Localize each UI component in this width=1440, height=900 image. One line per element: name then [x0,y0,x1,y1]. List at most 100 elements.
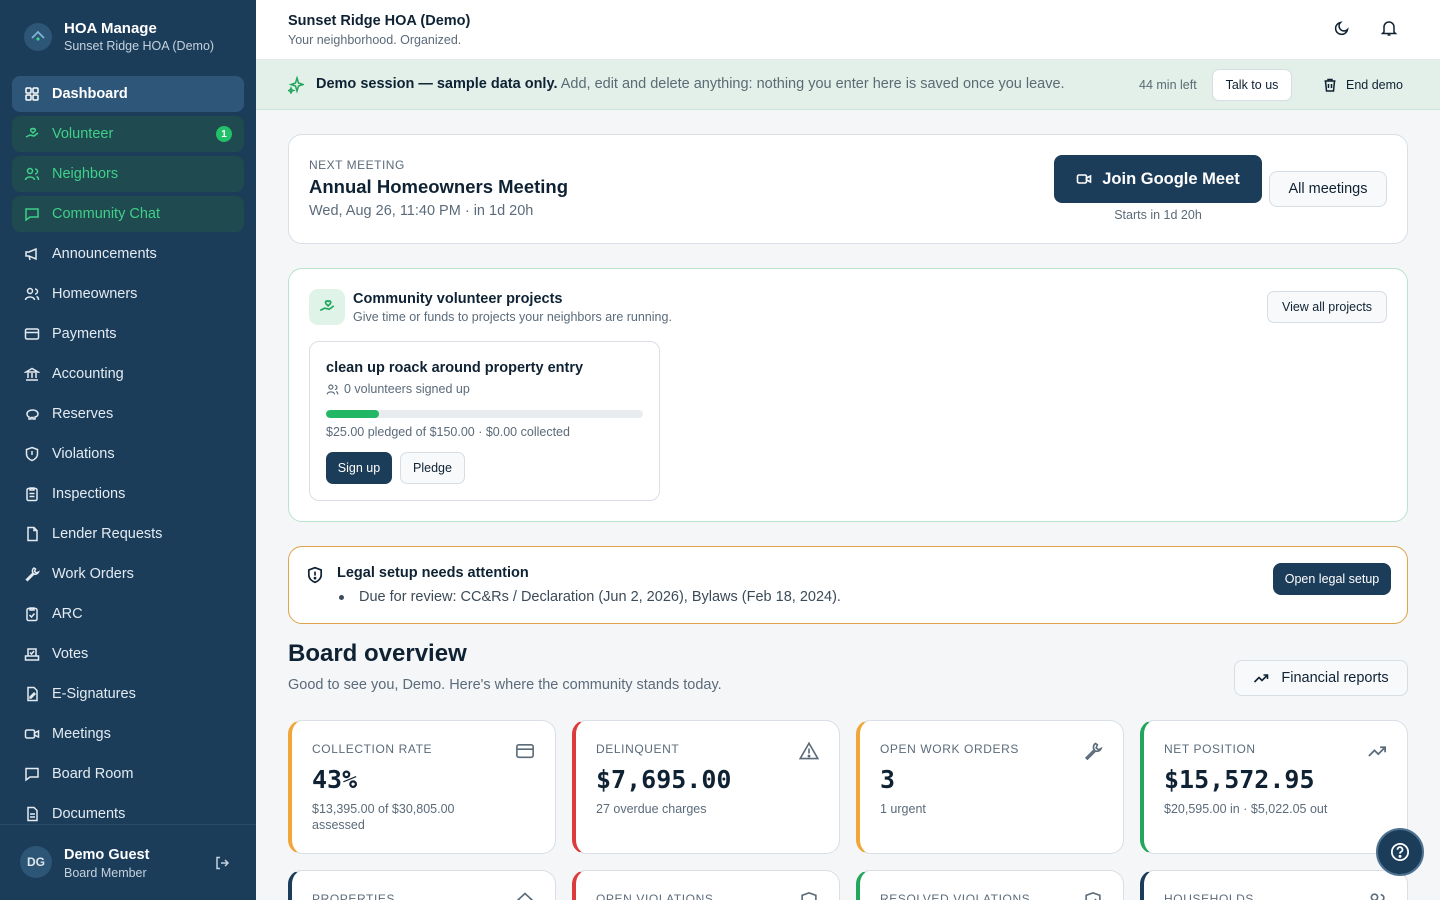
stat-card-households[interactable]: HOUSEHOLDS [1140,870,1408,900]
clipboard-check-icon [24,606,40,622]
sidebar-item-label: ARC [52,606,83,622]
sidebar-item-label: Accounting [52,366,124,382]
project-title: clean up roack around property entry [326,360,584,376]
stat-card-delinquent[interactable]: DELINQUENT $7,695.00 27 overdue charges [572,720,840,854]
financial-reports-label: Financial reports [1281,670,1389,686]
brand-title: HOA Manage [64,20,157,37]
sidebar-item-inspections[interactable]: Inspections [12,476,244,512]
volunteer-title: Community volunteer projects [353,291,563,307]
sidebar-item-violations[interactable]: Violations [12,436,244,472]
next-meeting-card: NEXT MEETING Annual Homeowners Meeting W… [288,134,1408,244]
volunteer-count: 0 volunteers signed up [344,382,470,396]
help-button[interactable] [1376,828,1424,876]
document-icon [24,806,40,822]
sidebar-item-dashboard[interactable]: Dashboard [12,76,244,112]
sidebar-item-accounting[interactable]: Accounting [12,356,244,392]
stat-card-open-work-orders[interactable]: OPEN WORK ORDERS 3 1 urgent [856,720,1124,854]
sidebar-item-neighbors[interactable]: Neighbors [12,156,244,192]
all-meetings-button[interactable]: All meetings [1269,171,1387,207]
file-icon [24,526,40,542]
users-icon [24,166,40,182]
stat-card-collection-rate[interactable]: COLLECTION RATE 43% $13,395.00 of $30,80… [288,720,556,854]
stat-card-properties[interactable]: PROPERTIES [288,870,556,900]
sidebar-item-arc[interactable]: ARC [12,596,244,632]
view-all-projects-button[interactable]: View all projects [1267,291,1387,323]
sidebar-item-label: Meetings [52,726,111,742]
pledge-button[interactable]: Pledge [400,452,465,484]
logout-icon[interactable] [214,855,230,871]
board-overview-subtitle: Good to see you, Demo. Here's where the … [288,677,722,693]
end-demo-button[interactable]: End demo [1314,69,1411,101]
stat-card-resolved-violations[interactable]: RESOLVED VIOLATIONS [856,870,1124,900]
stat-label: DELINQUENT [596,742,680,756]
user-role: Board Member [64,866,147,880]
demo-banner-bold: Demo session — sample data only. [316,76,558,92]
top-header: Sunset Ridge HOA (Demo) Your neighborhoo… [256,0,1440,60]
stat-label: PROPERTIES [312,892,396,900]
signature-icon [24,686,40,702]
shield-icon [24,446,40,462]
join-label: Join Google Meet [1102,169,1240,188]
sidebar-item-label: Work Orders [52,566,134,582]
sidebar-item-label: Reserves [52,406,114,422]
board-overview-title: Board overview [288,640,467,667]
hand-heart-icon [24,126,40,142]
sidebar-item-label: Votes [52,646,89,662]
wrench-icon [24,566,40,582]
demo-banner: Demo session — sample data only. Add, ed… [256,60,1440,110]
bell-icon[interactable] [1380,19,1398,37]
shield-icon [799,891,819,900]
sidebar-item-label: Inspections [52,486,126,502]
sidebar-item-board-room[interactable]: Board Room [12,756,244,792]
demo-banner-rest: Add, edit and delete anything: nothing y… [557,76,1065,92]
stat-subtext: $13,395.00 of $30,805.00 assessed [312,802,455,832]
legal-item-text: Due for review: CC&Rs / Declaration (Jun… [359,589,841,605]
sidebar: HOA Manage Sunset Ridge HOA (Demo) Dashb… [0,0,256,900]
users-icon [326,383,339,395]
sidebar-item-votes[interactable]: Votes [12,636,244,672]
page-title: Sunset Ridge HOA (Demo) [288,13,471,29]
project-volunteers: 0 volunteers signed up [326,382,470,396]
sidebar-item-e-signatures[interactable]: E-Signatures [12,676,244,712]
sidebar-nav: Dashboard Volunteer 1 Neighbors Communit… [12,76,244,836]
shield-alert-icon [306,566,324,584]
legal-title: Legal setup needs attention [337,565,529,581]
financial-reports-button[interactable]: Financial reports [1234,660,1408,696]
stat-subtext: 1 urgent [880,802,926,816]
megaphone-icon [24,246,40,262]
trending-up-icon [1254,674,1269,683]
demo-banner-text: Demo session — sample data only. Add, ed… [316,76,1065,92]
avatar[interactable]: DG [20,846,52,878]
stat-value: 3 [880,765,896,794]
sidebar-item-payments[interactable]: Payments [12,316,244,352]
talk-to-us-button[interactable]: Talk to us [1212,69,1292,101]
stat-label: OPEN WORK ORDERS [880,742,1019,756]
sidebar-item-lender-requests[interactable]: Lender Requests [12,516,244,552]
sidebar-item-work-orders[interactable]: Work Orders [12,556,244,592]
piggy-bank-icon [24,406,40,422]
brand[interactable]: HOA Manage Sunset Ridge HOA (Demo) [24,20,214,53]
stat-card-open-violations[interactable]: OPEN VIOLATIONS [572,870,840,900]
bank-icon [24,366,40,382]
dashboard-icon [24,86,40,102]
stat-value: $7,695.00 [596,765,732,794]
home-icon [515,891,535,900]
shield-check-icon [1083,891,1103,900]
sidebar-item-community-chat[interactable]: Community Chat [12,196,244,232]
stat-card-net-position[interactable]: NET POSITION $15,572.95 $20,595.00 in · … [1140,720,1408,854]
legal-item: Due for review: CC&Rs / Declaration (Jun… [337,589,841,605]
stat-value: 43% [312,765,358,794]
sidebar-item-announcements[interactable]: Announcements [12,236,244,272]
sidebar-item-label: Payments [52,326,117,342]
credit-card-icon [24,326,40,342]
sign-up-button[interactable]: Sign up [326,452,392,484]
dark-mode-moon-icon[interactable] [1334,20,1350,36]
open-legal-setup-button[interactable]: Open legal setup [1273,563,1391,595]
end-demo-label: End demo [1346,78,1403,92]
join-google-meet-button[interactable]: Join Google Meet [1054,155,1262,203]
sidebar-item-homeowners[interactable]: Homeowners [12,276,244,312]
sidebar-item-volunteer[interactable]: Volunteer 1 [12,116,244,152]
sidebar-item-reserves[interactable]: Reserves [12,396,244,432]
pledge-progress-bar [326,410,643,418]
sidebar-item-meetings[interactable]: Meetings [12,716,244,752]
